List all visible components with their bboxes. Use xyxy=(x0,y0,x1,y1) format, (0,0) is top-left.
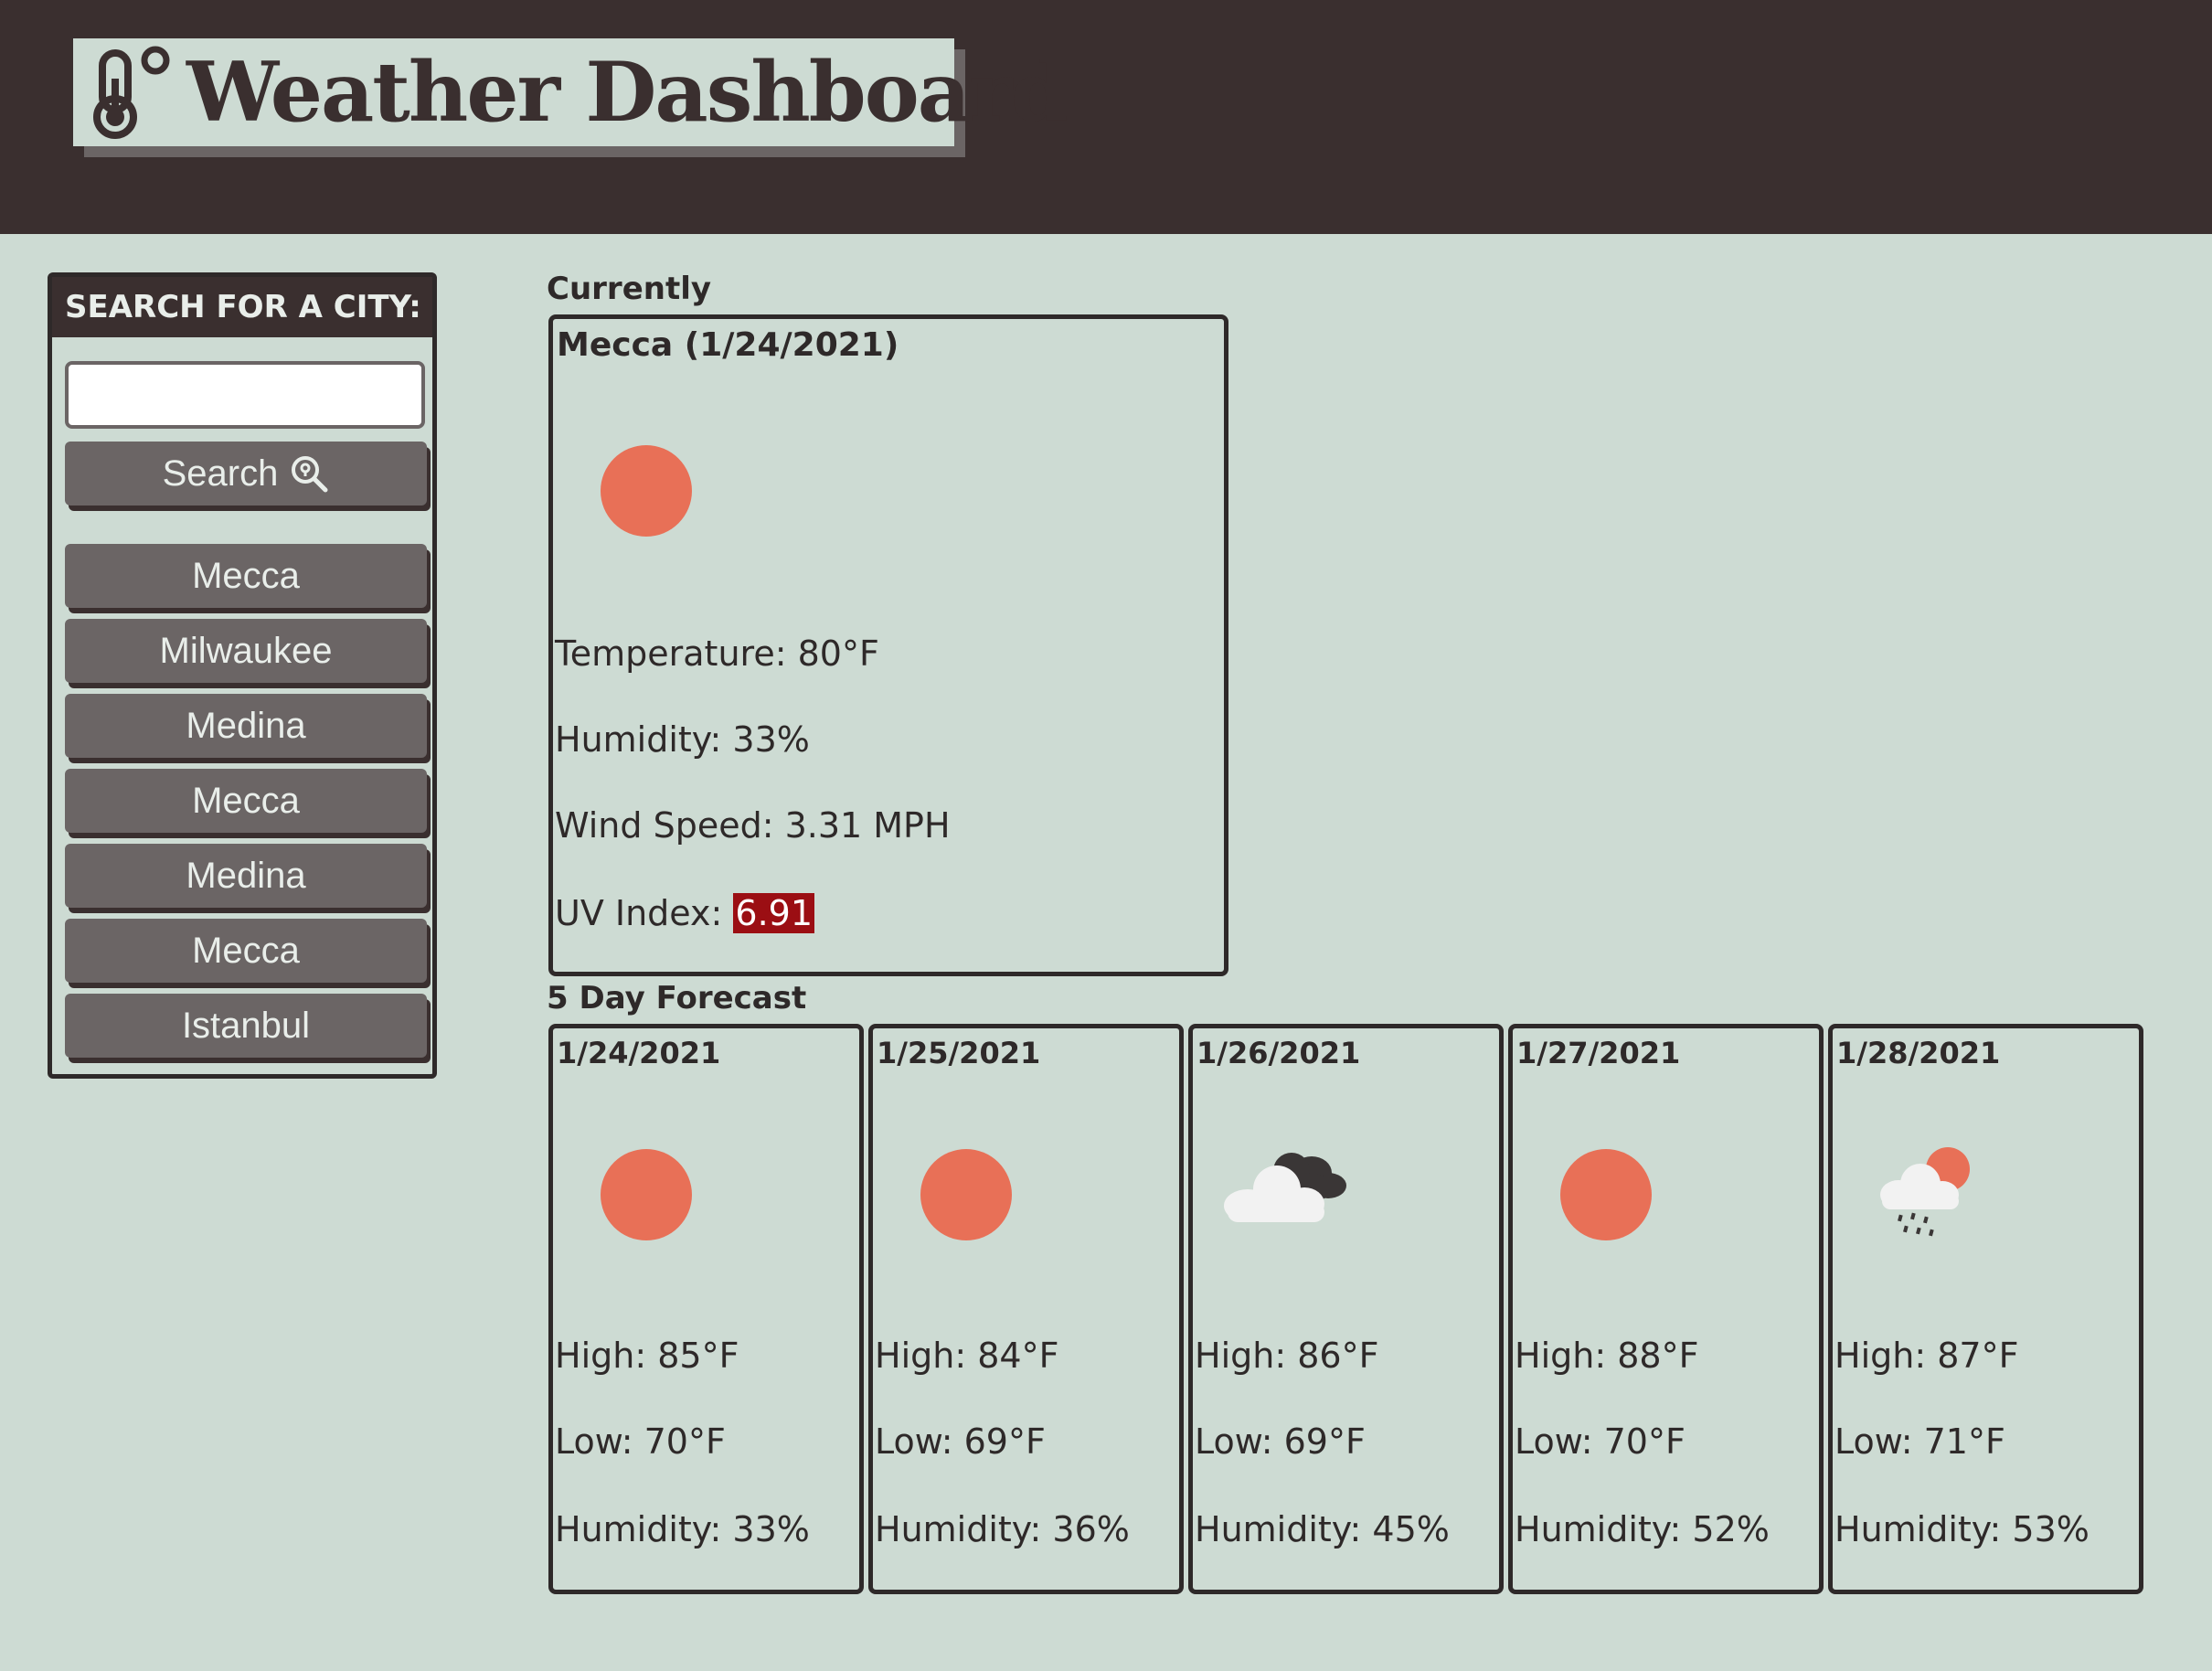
history-city-button[interactable]: Mecca xyxy=(65,919,427,983)
forecast-date: 1/27/2021 xyxy=(1516,1036,1681,1070)
forecast-humidity: Humidity: 45% xyxy=(1195,1509,1450,1549)
history-city-button[interactable]: Medina xyxy=(65,694,427,758)
history-city-button[interactable]: Istanbul xyxy=(65,994,427,1058)
forecast-low: Low: 69°F xyxy=(875,1421,1046,1462)
header-bar: Weather Dashboard xyxy=(0,0,2212,234)
sun-icon xyxy=(601,445,692,537)
search-panel: SEARCH FOR A CITY: Search Mecca Milwauke… xyxy=(48,272,437,1079)
uv-index-badge: 6.91 xyxy=(733,893,815,933)
uv-index-label: UV Index: xyxy=(555,893,723,933)
app-title: Weather Dashboard xyxy=(186,44,1068,141)
forecast-humidity: Humidity: 36% xyxy=(875,1509,1130,1549)
current-humidity: Humidity: 33% xyxy=(555,719,810,760)
city-search-input[interactable] xyxy=(65,361,425,429)
current-temperature: Temperature: 80°F xyxy=(555,633,879,674)
forecast-card: 1/26/2021 High: 86°F Low: 69°F Humidity:… xyxy=(1188,1024,1504,1594)
forecast-high: High: 84°F xyxy=(875,1336,1059,1376)
sun-icon xyxy=(920,1149,1012,1240)
search-icon xyxy=(289,453,329,494)
search-panel-heading: SEARCH FOR A CITY: xyxy=(52,277,432,337)
forecast-date: 1/28/2021 xyxy=(1836,1036,2001,1070)
forecast-date: 1/25/2021 xyxy=(877,1036,1041,1070)
forecast-humidity: Humidity: 33% xyxy=(555,1509,810,1549)
search-button-label: Search xyxy=(162,452,279,494)
forecast-high: High: 85°F xyxy=(555,1336,739,1376)
forecast-date: 1/26/2021 xyxy=(1196,1036,1361,1070)
app-title-box: Weather Dashboard xyxy=(73,38,1068,146)
rain-sun-icon xyxy=(1877,1142,2005,1242)
forecast-humidity: Humidity: 53% xyxy=(1834,1509,2090,1549)
sun-icon xyxy=(1560,1149,1652,1240)
current-city-title: Mecca (1/24/2021) xyxy=(557,326,899,364)
cloudy-icon xyxy=(1220,1140,1348,1240)
history-city-button[interactable]: Mecca xyxy=(65,769,427,833)
forecast-low: Low: 70°F xyxy=(555,1421,726,1462)
history-city-button[interactable]: Medina xyxy=(65,844,427,908)
forecast-low: Low: 71°F xyxy=(1834,1421,2005,1462)
forecast-low: Low: 69°F xyxy=(1195,1421,1366,1462)
forecast-card: 1/27/2021 High: 88°F Low: 70°F Humidity:… xyxy=(1508,1024,1824,1594)
history-city-button[interactable]: Mecca xyxy=(65,544,427,608)
forecast-humidity: Humidity: 52% xyxy=(1515,1509,1770,1549)
forecast-high: High: 86°F xyxy=(1195,1336,1379,1376)
current-uv-index: UV Index: 6.91 xyxy=(555,893,815,933)
search-button[interactable]: Search xyxy=(65,442,427,506)
history-city-button[interactable]: Milwaukee xyxy=(65,619,427,683)
forecast-high: High: 88°F xyxy=(1515,1336,1699,1376)
thermometer-icon xyxy=(91,42,183,143)
forecast-low: Low: 70°F xyxy=(1515,1421,1686,1462)
forecast-card: 1/28/2021 High: 87°F Low: 71°F Humidity:… xyxy=(1828,1024,2143,1594)
forecast-card: 1/24/2021 High: 85°F Low: 70°F Humidity:… xyxy=(548,1024,864,1594)
forecast-date: 1/24/2021 xyxy=(557,1036,721,1070)
forecast-section-label: 5 Day Forecast xyxy=(547,980,807,1016)
current-section-label: Currently xyxy=(547,271,712,307)
forecast-card: 1/25/2021 High: 84°F Low: 69°F Humidity:… xyxy=(868,1024,1184,1594)
forecast-high: High: 87°F xyxy=(1834,1336,2019,1376)
current-weather-card: Mecca (1/24/2021) Temperature: 80°F Humi… xyxy=(548,314,1228,976)
current-wind-speed: Wind Speed: 3.31 MPH xyxy=(555,805,951,846)
sun-icon xyxy=(601,1149,692,1240)
